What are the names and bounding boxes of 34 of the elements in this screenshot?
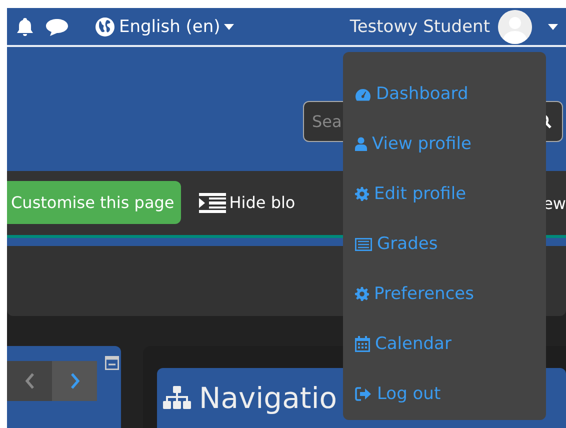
collapse-icon[interactable]: [105, 356, 119, 370]
menu-item[interactable]: Dashboard: [355, 69, 546, 119]
logout-icon: [355, 387, 372, 401]
globe-icon: [95, 16, 115, 37]
caret-icon: [224, 24, 234, 30]
menu-item[interactable]: Grades: [355, 219, 546, 269]
menu-item[interactable]: Log out: [355, 369, 546, 419]
chevron-left-icon: [24, 372, 34, 389]
customise-page-button[interactable]: Customise this page: [7, 181, 182, 224]
gear-icon: [355, 287, 369, 301]
hide-blocks-link[interactable]: Hide blo: [229, 193, 296, 212]
list-icon: [355, 238, 372, 250]
indent-icon[interactable]: [199, 192, 226, 213]
user-name[interactable]: Testowy Student: [350, 16, 490, 37]
user-icon: [355, 137, 367, 151]
sitemap-icon: [163, 386, 191, 410]
caret-icon[interactable]: [548, 24, 558, 30]
menu-item[interactable]: Edit profile: [355, 169, 546, 219]
language-label: English (en): [119, 16, 220, 37]
next-button[interactable]: [52, 360, 97, 401]
gear-icon: [355, 187, 369, 201]
avatar-icon[interactable]: [498, 10, 532, 44]
block-title: Navigatio: [199, 380, 338, 415]
calendar-icon: [355, 336, 370, 352]
bell-icon[interactable]: [15, 16, 35, 37]
menu-item[interactable]: View profile: [355, 119, 546, 169]
chat-icon[interactable]: [45, 16, 69, 37]
gauge-icon: [355, 88, 371, 100]
previous-button[interactable]: [7, 360, 52, 401]
language-menu[interactable]: English (en): [95, 16, 234, 37]
menu-item[interactable]: Preferences: [355, 269, 546, 319]
chevron-right-icon: [70, 372, 80, 389]
search-field[interactable]: Sea: [312, 112, 352, 132]
menu-item[interactable]: Calendar: [355, 319, 546, 369]
